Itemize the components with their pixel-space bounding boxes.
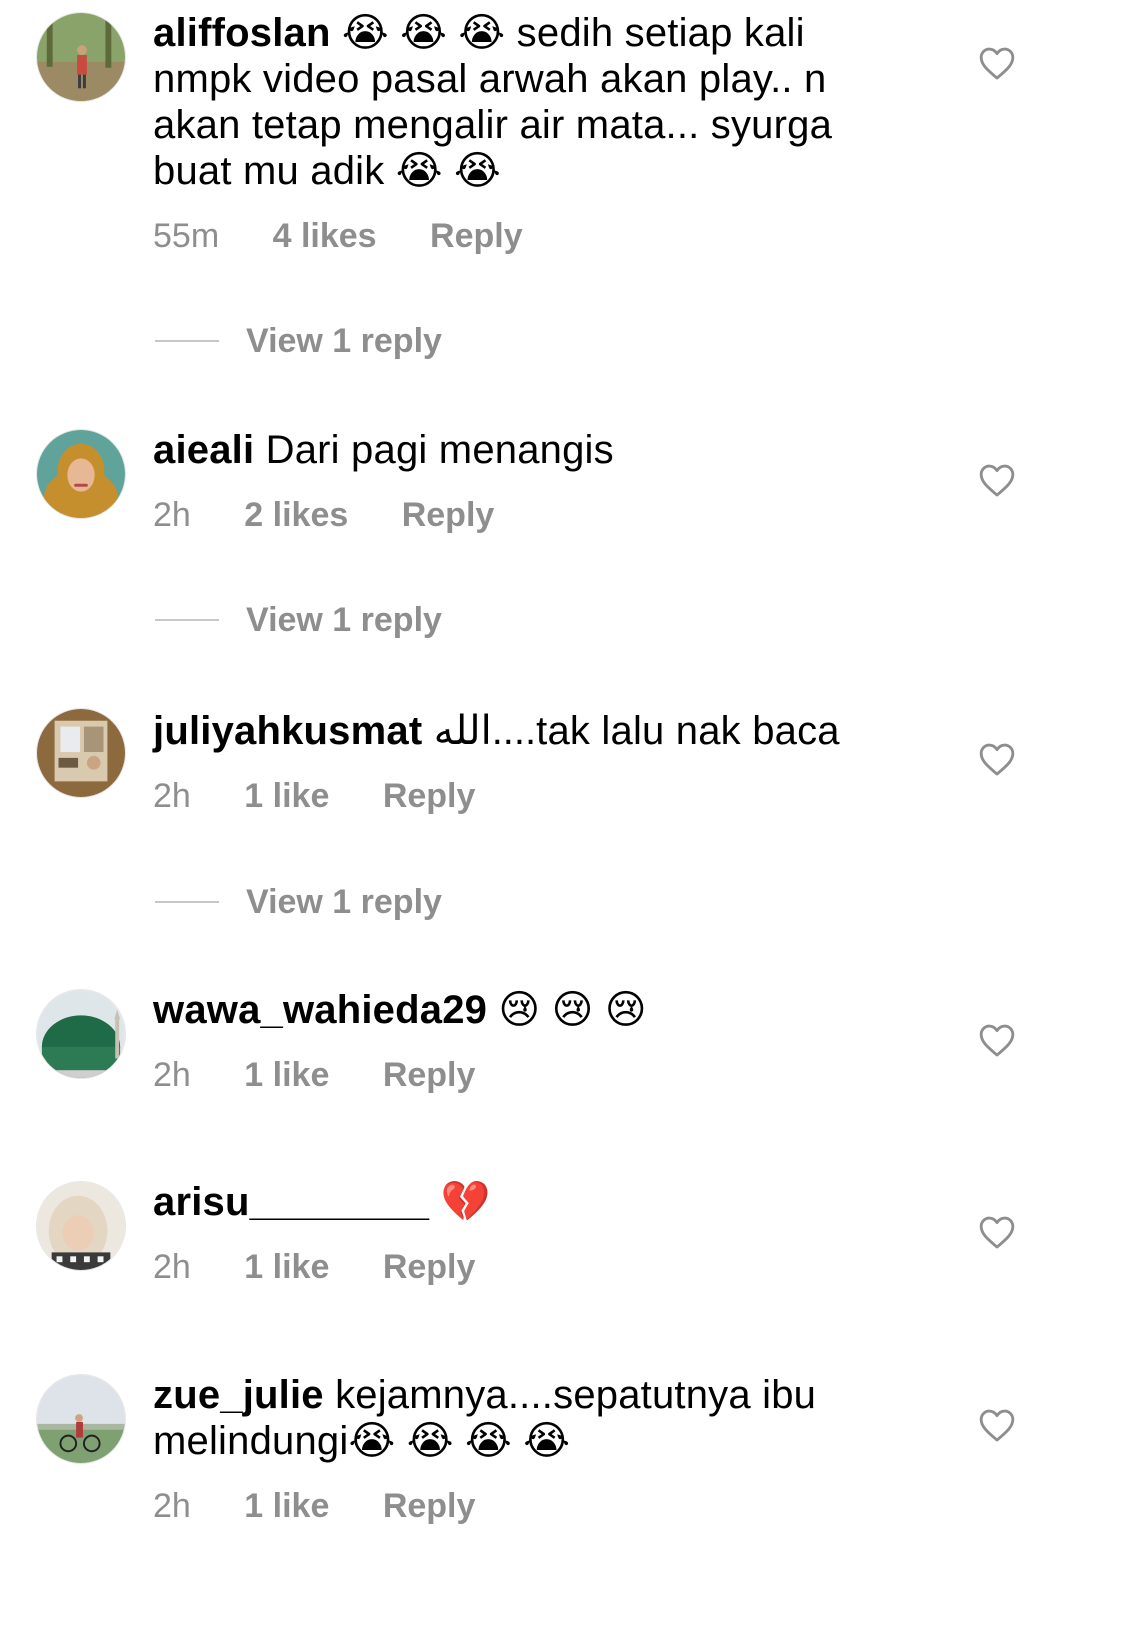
comment-username[interactable]: arisu________ xyxy=(153,1180,429,1224)
comment-time: 2h xyxy=(153,1248,191,1286)
heart-outline-icon[interactable] xyxy=(978,1214,1016,1250)
comment-text: wawa_wahieda29 😢 😢 😢 xyxy=(153,987,873,1033)
reply-button[interactable]: Reply xyxy=(430,217,523,255)
view-replies-button[interactable]: View 1 reply xyxy=(155,321,442,361)
comment-text: arisu________ 💔 xyxy=(153,1179,873,1225)
heart-outline-icon[interactable] xyxy=(978,741,1016,777)
avatar[interactable] xyxy=(36,1374,126,1464)
reply-button[interactable]: Reply xyxy=(383,777,476,815)
comment-time: 2h xyxy=(153,1056,191,1094)
avatar[interactable] xyxy=(36,708,126,798)
comment-text: aliffoslan 😭 😭 😭 sedih setiap kali nmpk … xyxy=(153,10,873,194)
avatar[interactable] xyxy=(36,429,126,519)
view-replies-label: View 1 reply xyxy=(246,321,442,360)
view-replies-label: View 1 reply xyxy=(246,600,442,639)
divider-line xyxy=(155,340,219,342)
comment-username[interactable]: zue_julie xyxy=(153,1373,324,1417)
heart-outline-icon[interactable] xyxy=(978,462,1016,498)
heart-outline-icon[interactable] xyxy=(978,45,1016,81)
comment-body: الله....tak lalu nak baca xyxy=(433,709,840,753)
comment-text: zue_julie kejamnya....sepatutnya ibu mel… xyxy=(153,1372,873,1464)
comment-body: Dari pagi menangis xyxy=(265,428,614,472)
comment-likes[interactable]: 1 like xyxy=(244,1487,329,1525)
comment-meta: 2h 1 like Reply xyxy=(153,777,519,816)
comment-likes[interactable]: 2 likes xyxy=(244,496,348,534)
comment-meta: 2h 1 like Reply xyxy=(153,1056,519,1095)
reply-button[interactable]: Reply xyxy=(383,1248,476,1286)
comment-meta: 2h 1 like Reply xyxy=(153,1248,519,1287)
comment-meta: 55m 4 likes Reply xyxy=(153,217,567,256)
comment-likes[interactable]: 1 like xyxy=(244,777,329,815)
reply-button[interactable]: Reply xyxy=(383,1487,476,1525)
view-replies-button[interactable]: View 1 reply xyxy=(155,882,442,922)
comment-username[interactable]: juliyahkusmat xyxy=(153,709,422,753)
comment-body: 😢 😢 😢 xyxy=(498,988,647,1032)
reply-button[interactable]: Reply xyxy=(402,496,495,534)
comment-text: aieali Dari pagi menangis xyxy=(153,427,873,473)
avatar[interactable] xyxy=(36,989,126,1079)
divider-line xyxy=(155,901,219,903)
comment-time: 2h xyxy=(153,496,191,534)
view-replies-label: View 1 reply xyxy=(246,882,442,921)
heart-outline-icon[interactable] xyxy=(978,1407,1016,1443)
comment-username[interactable]: wawa_wahieda29 xyxy=(153,988,487,1032)
avatar[interactable] xyxy=(36,1181,126,1271)
reply-button[interactable]: Reply xyxy=(383,1056,476,1094)
comment-body: 💔 xyxy=(440,1180,491,1224)
divider-line xyxy=(155,619,219,621)
view-replies-button[interactable]: View 1 reply xyxy=(155,600,442,640)
comment-username[interactable]: aieali xyxy=(153,428,254,472)
comment-likes[interactable]: 1 like xyxy=(244,1248,329,1286)
comment-likes[interactable]: 4 likes xyxy=(273,217,377,255)
comment-text: juliyahkusmat الله....tak lalu nak baca xyxy=(153,708,873,754)
comment-meta: 2h 1 like Reply xyxy=(153,1487,519,1526)
comment-time: 2h xyxy=(153,1487,191,1525)
comment-likes[interactable]: 1 like xyxy=(244,1056,329,1094)
comment-username[interactable]: aliffoslan xyxy=(153,11,331,55)
avatar[interactable] xyxy=(36,12,126,102)
comment-time: 2h xyxy=(153,777,191,815)
comment-time: 55m xyxy=(153,217,220,255)
comment-meta: 2h 2 likes Reply xyxy=(153,496,538,535)
heart-outline-icon[interactable] xyxy=(978,1022,1016,1058)
